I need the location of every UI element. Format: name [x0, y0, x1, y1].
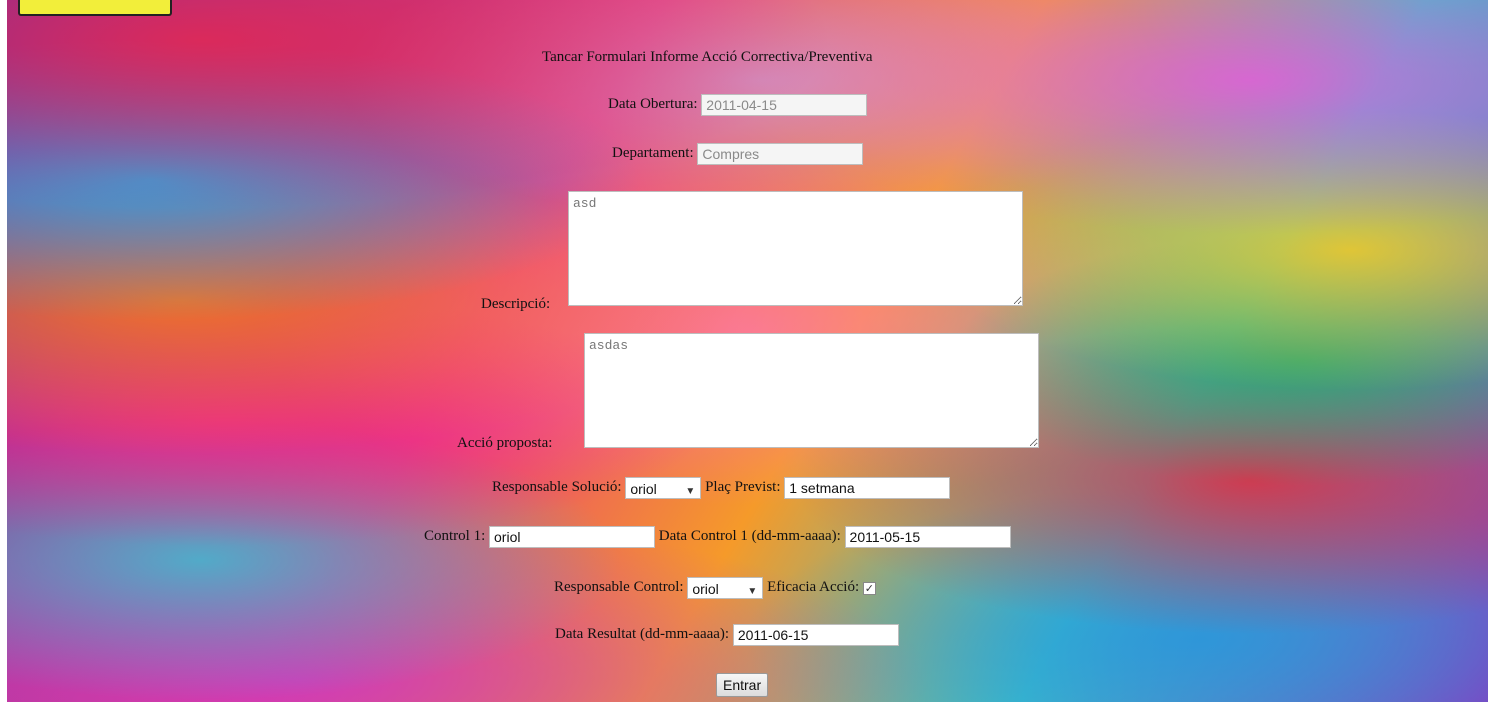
responsable-control-label: Responsable Control:: [554, 579, 684, 596]
entrar-button[interactable]: Entrar: [716, 673, 769, 697]
control1-row: Control 1: Data Control 1 (dd-mm-aaaa):: [424, 526, 1011, 548]
data-control1-field[interactable]: [844, 526, 1011, 548]
responsable-solucio-row: Responsable Solució: oriol ▼ Plaç Previs…: [492, 477, 951, 499]
departament-row: Departament:: [612, 143, 864, 165]
chevron-down-icon: ▼: [685, 486, 696, 497]
check-icon: ✓: [864, 581, 874, 595]
descripcio-textarea[interactable]: asd: [568, 191, 1023, 306]
form-title: Tancar Formulari Informe Acció Correctiv…: [542, 49, 873, 65]
accio-proposta-label: Acció proposta:: [457, 435, 553, 451]
data-resultat-field[interactable]: [732, 624, 899, 646]
responsable-solucio-select[interactable]: oriol ▼: [625, 477, 702, 499]
corner-badge[interactable]: [18, 0, 172, 16]
chevron-down-icon: ▼: [747, 586, 758, 597]
eficacia-accio-label: Eficacia Acció:: [767, 579, 860, 596]
eficacia-accio-checkbox[interactable]: ✓: [862, 581, 876, 595]
page-frame-right: [1488, 0, 1496, 702]
plac-previst-label: Plaç Previst:: [705, 479, 781, 496]
data-resultat-row: Data Resultat (dd-mm-aaaa):: [555, 624, 899, 646]
data-obertura-field[interactable]: [701, 94, 868, 116]
data-control1-label: Data Control 1 (dd-mm-aaaa):: [658, 528, 841, 545]
data-resultat-label: Data Resultat (dd-mm-aaaa):: [555, 626, 730, 643]
responsable-control-row: Responsable Control: oriol ▼ Eficacia Ac…: [554, 577, 876, 599]
control1-label: Control 1:: [424, 528, 486, 545]
plac-previst-field[interactable]: [784, 477, 951, 499]
data-obertura-label: Data Obertura:: [608, 96, 698, 113]
descripcio-label: Descripció:: [481, 296, 551, 312]
accio-proposta-textarea[interactable]: asdas: [584, 333, 1039, 448]
responsable-control-select[interactable]: oriol ▼: [687, 577, 764, 599]
responsable-solucio-label: Responsable Solució:: [492, 479, 622, 496]
control1-field[interactable]: [489, 526, 656, 548]
page-frame-left: [0, 0, 7, 702]
departament-label: Departament:: [612, 145, 694, 162]
departament-field[interactable]: [697, 143, 864, 165]
data-obertura-row: Data Obertura:: [608, 94, 868, 116]
